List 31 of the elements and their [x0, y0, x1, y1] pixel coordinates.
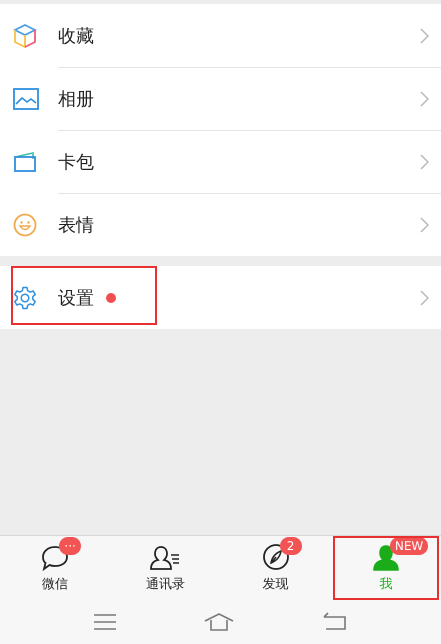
menu-label: 设置: [58, 286, 94, 310]
menu-label: 相册: [58, 88, 94, 110]
card-icon: [13, 150, 37, 172]
chevron-icon: [420, 290, 429, 306]
menu-item[interactable]: 相册: [0, 67, 441, 130]
chevron-icon: [420, 216, 429, 232]
tab[interactable]: 2 发现: [220, 536, 331, 600]
chevron-icon: [420, 154, 429, 170]
menu-item[interactable]: 收藏: [0, 4, 441, 67]
menu-item[interactable]: 设置: [0, 266, 441, 329]
contacts-icon: [149, 545, 182, 571]
smiley-icon: [13, 212, 37, 236]
back-icon[interactable]: [322, 612, 348, 632]
chat-icon: [41, 545, 70, 571]
chevron-icon: [420, 90, 429, 106]
notification-badge: ···: [59, 537, 82, 555]
settings-icon: [13, 286, 37, 310]
notification-badge: NEW: [390, 537, 428, 555]
notification-badge: 2: [280, 537, 302, 555]
menu-item[interactable]: 表情: [0, 193, 441, 256]
cube-icon: [13, 22, 37, 48]
tab[interactable]: 通讯录: [110, 536, 220, 600]
menu-label: 收藏: [58, 24, 94, 48]
menu-item[interactable]: 卡包: [0, 130, 441, 193]
chevron-icon: [420, 28, 429, 44]
tab[interactable]: ··· 微信: [0, 536, 110, 600]
menu-icon[interactable]: [93, 613, 118, 631]
home-icon[interactable]: [203, 612, 236, 632]
picture-icon: [13, 88, 39, 110]
menu-label: 表情: [58, 214, 94, 236]
menu-label: 卡包: [58, 150, 94, 174]
